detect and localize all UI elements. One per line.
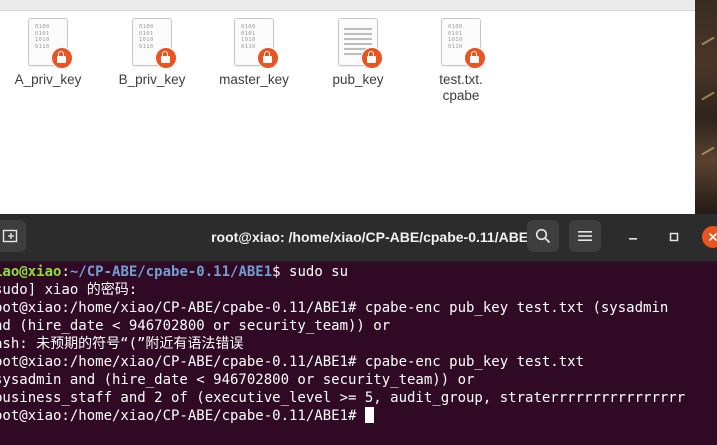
lock-icon <box>155 47 177 69</box>
terminal-line: ash: 未预期的符号“(”附近有语法错误 <box>0 336 244 352</box>
terminal-line: iao@xiao:~/CP-ABE/cpabe-0.11/ABE1$ sudo … <box>0 263 348 281</box>
terminal-line: nd (hire_date < 946702800 or security_te… <box>0 318 391 334</box>
file-name: B_priv_key <box>118 72 186 87</box>
file-item-master-key[interactable]: 0100 0101 1010 0110 master_key <box>206 18 302 88</box>
file-name-line-2: cpabe <box>442 88 480 103</box>
hamburger-menu-icon <box>578 231 592 241</box>
close-icon <box>708 232 717 242</box>
terminal-line: sudo] xiao 的密码: <box>0 282 138 298</box>
terminal-line: oot@xiao:/home/xiao/CP-ABE/cpabe-0.11/AB… <box>0 300 669 316</box>
menu-button[interactable] <box>569 220 601 252</box>
file-item-a-priv-key[interactable]: 0100 0101 1010 0110 A_priv_key <box>0 18 96 88</box>
file-item-test-txt-cpabe[interactable]: 0100 0101 1010 0110 test.txt. cpabe <box>413 18 509 104</box>
text-cursor <box>364 407 374 423</box>
lock-icon <box>257 47 279 69</box>
search-button[interactable] <box>527 220 559 252</box>
binary-file-icon: 0100 0101 1010 0110 <box>132 18 177 69</box>
binary-file-icon: 0100 0101 1010 0110 <box>234 18 279 69</box>
file-manager-view: 0100 0101 1010 0110 A_priv_key 0100 0101 1010… <box>0 0 695 214</box>
terminal-line: business_staff and 2 of (executive_level… <box>0 390 686 406</box>
text-file-icon <box>338 18 383 69</box>
binary-file-icon: 0100 0101 1010 0110 <box>441 18 486 69</box>
file-item-pub-key[interactable]: pub_key <box>310 18 406 88</box>
file-name: master_key <box>219 72 289 87</box>
terminal-title: root@xiao: /home/xiao/CP-ABE/cpabe-0.11/… <box>211 229 536 245</box>
terminal-line: oot@xiao:/home/xiao/CP-ABE/cpabe-0.11/AB… <box>0 354 585 370</box>
file-manager-scroll-edge <box>0 0 695 11</box>
lock-icon <box>51 47 73 69</box>
maximize-button[interactable] <box>665 228 683 246</box>
lock-icon <box>464 47 486 69</box>
search-icon <box>535 228 551 244</box>
file-item-b-priv-key[interactable]: 0100 0101 1010 0110 B_priv_key <box>104 18 200 88</box>
prompt-user: iao@xiao <box>0 264 62 280</box>
binary-file-icon: 0100 0101 1010 0110 <box>28 18 73 69</box>
minimize-icon <box>629 238 637 240</box>
command-text: $ sudo su <box>272 264 349 280</box>
terminal-line: sysadmin and (hire_date < 946702800 or s… <box>0 372 475 388</box>
maximize-icon <box>669 232 679 242</box>
minimize-button[interactable] <box>624 228 642 246</box>
file-name: A_priv_key <box>14 72 82 87</box>
prompt-path: ~/CP-ABE/cpabe-0.11/ABE1 <box>69 264 273 280</box>
file-name-line-1: test.txt. <box>439 72 483 87</box>
terminal-output[interactable]: iao@xiao:~/CP-ABE/cpabe-0.11/ABE1$ sudo … <box>0 262 717 445</box>
lock-icon <box>361 47 383 69</box>
desktop-wallpaper-edge <box>695 0 717 214</box>
file-name: test.txt. cpabe <box>413 72 509 104</box>
file-name: pub_key <box>332 72 384 87</box>
prompt-separator: : <box>61 264 70 280</box>
terminal-line: oot@xiao:/home/xiao/CP-ABE/cpabe-0.11/AB… <box>0 407 374 425</box>
close-button[interactable] <box>702 226 717 248</box>
terminal-header-bar: root@xiao: /home/xiao/CP-ABE/cpabe-0.11/… <box>0 214 717 262</box>
prompt-text: oot@xiao:/home/xiao/CP-ABE/cpabe-0.11/AB… <box>0 408 365 424</box>
